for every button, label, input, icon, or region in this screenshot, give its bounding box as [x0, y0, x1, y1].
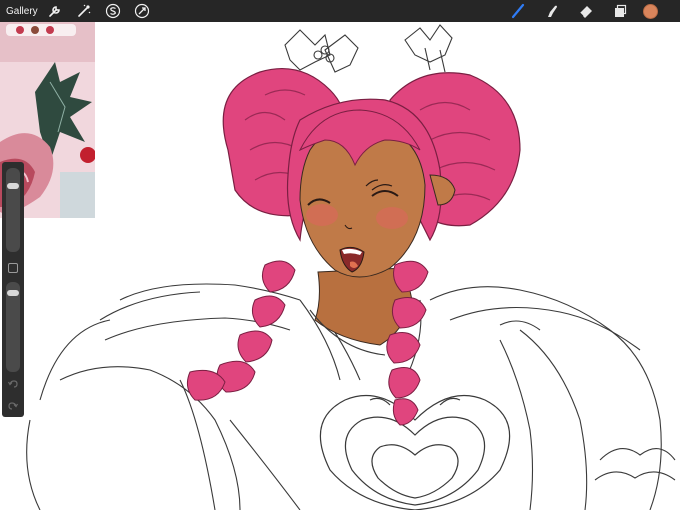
smudge-icon[interactable]: [541, 0, 563, 22]
opacity-slider[interactable]: [6, 282, 20, 372]
brush-size-slider[interactable]: [6, 168, 20, 252]
left-sidebar: [2, 162, 24, 417]
top-toolbar: Gallery: [0, 0, 680, 22]
undo-icon[interactable]: [7, 378, 19, 390]
color-swatch[interactable]: [643, 3, 658, 19]
brush-size-thumb[interactable]: [7, 183, 19, 190]
adjustments-magic-wand-icon[interactable]: [75, 2, 93, 20]
layers-icon[interactable]: [609, 0, 631, 22]
selection-s-icon[interactable]: [104, 2, 122, 20]
eraser-icon[interactable]: [575, 0, 597, 22]
drawing-canvas[interactable]: [0, 0, 680, 510]
actions-wrench-icon[interactable]: [46, 2, 64, 20]
gallery-button[interactable]: Gallery: [6, 6, 38, 17]
opacity-thumb[interactable]: [7, 290, 19, 296]
brush-icon[interactable]: [507, 0, 529, 22]
modify-button[interactable]: [8, 263, 18, 273]
transform-arrow-icon[interactable]: [133, 2, 151, 20]
redo-icon[interactable]: [7, 400, 19, 412]
right-tools: [507, 0, 680, 22]
